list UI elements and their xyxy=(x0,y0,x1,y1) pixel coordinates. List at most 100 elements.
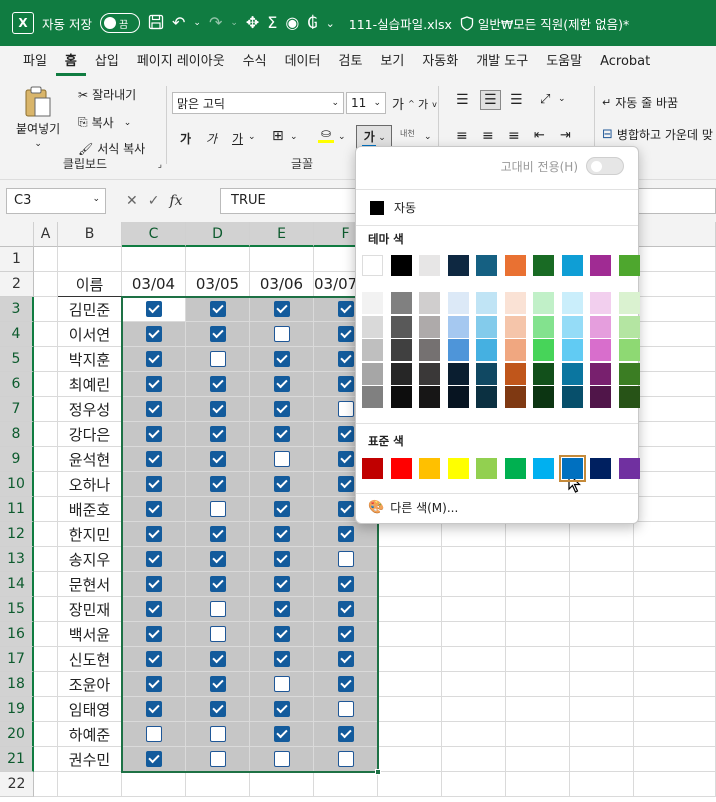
theme-shade-swatch[interactable] xyxy=(561,315,583,338)
tab-developer[interactable]: 개발 도구 xyxy=(467,46,537,76)
checkbox[interactable] xyxy=(145,601,162,617)
orientation-dropdown-icon[interactable]: ⌄ xyxy=(558,94,566,104)
name-cell[interactable]: 문현서 xyxy=(58,572,122,597)
checkbox-cell[interactable] xyxy=(250,597,314,622)
checkbox[interactable] xyxy=(145,526,162,542)
underline-dropdown-icon[interactable]: ⌄ xyxy=(248,132,256,142)
checkbox[interactable] xyxy=(209,476,226,492)
checkbox[interactable] xyxy=(273,726,290,742)
checkbox[interactable] xyxy=(145,401,162,417)
checkbox[interactable] xyxy=(145,451,162,467)
checkbox-cell[interactable] xyxy=(250,622,314,647)
currency-icon[interactable]: ₲ xyxy=(307,15,317,31)
row-header-14[interactable]: 14 xyxy=(0,572,34,597)
checkbox-cell[interactable] xyxy=(250,372,314,397)
checkbox[interactable] xyxy=(273,576,290,592)
copy-button[interactable]: ⎘ 복사 ⌄ xyxy=(78,114,131,131)
underline-button[interactable]: 가 xyxy=(232,130,243,147)
merge-center-button[interactable]: ⊟ 병합하고 가운데 맞 xyxy=(602,126,713,143)
checkbox-cell[interactable] xyxy=(314,647,378,672)
checkbox-cell[interactable] xyxy=(122,397,186,422)
tab-acrobat[interactable]: Acrobat xyxy=(591,46,659,76)
theme-shade-swatch[interactable] xyxy=(476,315,497,338)
theme-shade-swatch[interactable] xyxy=(447,386,469,408)
checkbox[interactable] xyxy=(337,426,354,442)
checkbox-cell[interactable] xyxy=(122,472,186,497)
tab-formulas[interactable]: 수식 xyxy=(234,46,276,76)
theme-shade-swatch[interactable] xyxy=(362,292,383,314)
cell[interactable] xyxy=(506,747,570,772)
enter-icon[interactable]: ✓ xyxy=(148,193,160,209)
row-header-15[interactable]: 15 xyxy=(0,597,34,622)
cell[interactable] xyxy=(34,522,58,547)
checkbox[interactable] xyxy=(145,676,162,692)
checkbox[interactable] xyxy=(273,476,290,492)
cell[interactable] xyxy=(250,247,314,272)
cell[interactable] xyxy=(634,722,716,747)
checkbox[interactable] xyxy=(273,551,290,567)
checkbox-cell[interactable] xyxy=(250,347,314,372)
theme-shade-swatch[interactable] xyxy=(533,292,554,314)
cell[interactable] xyxy=(634,697,716,722)
checkbox[interactable] xyxy=(145,551,162,567)
theme-shade-swatch[interactable] xyxy=(504,339,526,361)
checkbox-cell[interactable] xyxy=(186,547,250,572)
theme-shade-swatch[interactable] xyxy=(618,386,640,408)
row-header-21[interactable]: 21 xyxy=(0,747,34,772)
cell[interactable] xyxy=(634,247,716,272)
theme-shade-swatch[interactable] xyxy=(590,292,611,314)
row-header-18[interactable]: 18 xyxy=(0,672,34,697)
checkbox-cell[interactable] xyxy=(122,372,186,397)
cell[interactable] xyxy=(634,747,716,772)
row-header-11[interactable]: 11 xyxy=(0,497,34,522)
align-left-icon[interactable]: ≡ xyxy=(456,128,468,144)
cell[interactable] xyxy=(442,647,506,672)
checkbox[interactable] xyxy=(273,701,290,717)
cell[interactable] xyxy=(442,547,506,572)
cell[interactable] xyxy=(378,697,442,722)
cell[interactable] xyxy=(34,647,58,672)
checkbox[interactable] xyxy=(273,401,290,417)
row-header-1[interactable]: 1 xyxy=(0,247,34,272)
cell[interactable] xyxy=(58,247,122,272)
checkbox[interactable] xyxy=(337,451,354,467)
cell[interactable] xyxy=(442,572,506,597)
theme-shade-swatch[interactable] xyxy=(533,362,554,385)
checkbox-cell[interactable] xyxy=(250,672,314,697)
theme-shade-swatch[interactable] xyxy=(476,386,497,408)
increase-indent-icon[interactable]: ⇥ xyxy=(560,128,571,143)
checkbox[interactable] xyxy=(209,651,226,667)
checkbox[interactable] xyxy=(209,301,226,317)
cell[interactable] xyxy=(506,597,570,622)
align-top-icon[interactable]: ☰ xyxy=(456,92,469,108)
autosum-icon[interactable]: Σ xyxy=(267,15,277,31)
name-cell[interactable]: 조윤아 xyxy=(58,672,122,697)
checkbox-cell[interactable] xyxy=(314,722,378,747)
tab-data[interactable]: 데이터 xyxy=(276,46,330,76)
tab-automate[interactable]: 자동화 xyxy=(413,46,467,76)
cell[interactable] xyxy=(442,697,506,722)
checkbox-cell[interactable] xyxy=(122,722,186,747)
row-header-7[interactable]: 7 xyxy=(0,397,34,422)
name-cell[interactable]: 임태영 xyxy=(58,697,122,722)
standard-color-swatch[interactable] xyxy=(419,458,440,479)
cell[interactable] xyxy=(634,572,716,597)
checkbox-cell[interactable] xyxy=(186,572,250,597)
undo-icon[interactable]: ↶ xyxy=(172,15,185,31)
checkbox[interactable] xyxy=(273,326,290,342)
checkbox-cell[interactable] xyxy=(314,597,378,622)
row-header-12[interactable]: 12 xyxy=(0,522,34,547)
cell[interactable] xyxy=(122,247,186,272)
align-center-icon[interactable]: ≡ xyxy=(482,128,494,144)
row-header-13[interactable]: 13 xyxy=(0,547,34,572)
checkbox-cell[interactable] xyxy=(186,447,250,472)
theme-shade-swatch[interactable] xyxy=(618,362,640,385)
cut-button[interactable]: ✂ 잘라내기 xyxy=(78,86,136,103)
checkbox[interactable] xyxy=(337,601,354,617)
autosave-toggle[interactable]: 끔 xyxy=(99,13,140,33)
cell[interactable] xyxy=(634,547,716,572)
row-header-2[interactable]: 2 xyxy=(0,272,34,297)
cell[interactable] xyxy=(634,647,716,672)
name-cell[interactable]: 권수민 xyxy=(58,747,122,772)
checkbox-cell[interactable] xyxy=(186,697,250,722)
